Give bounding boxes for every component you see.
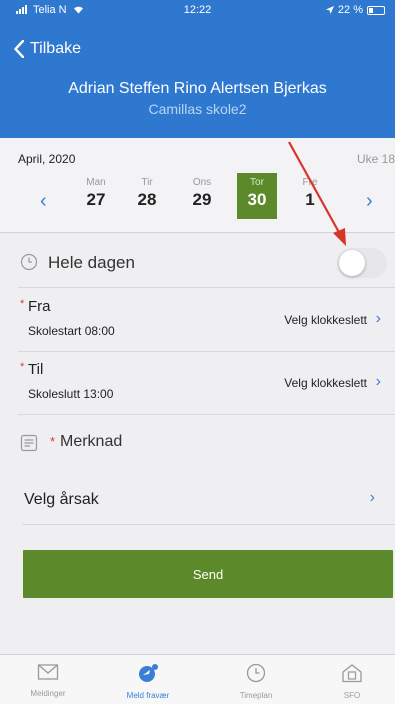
tab-sfo[interactable]: SFO [312, 663, 392, 700]
day-name: Man [86, 177, 106, 188]
required-mark: * [20, 298, 25, 310]
day-tue[interactable]: Tir 28 [127, 173, 167, 219]
header: Telia N 12:22 22 % Tilbake Adrian Steffe… [0, 0, 395, 138]
chevron-right-icon: › [369, 489, 375, 506]
from-label: Fra [28, 298, 51, 315]
next-week-button[interactable]: › [366, 190, 373, 213]
from-time-picker[interactable]: Velg klokkeslett [284, 313, 367, 327]
clock-icon [20, 253, 38, 271]
day-mon[interactable]: Man 27 [76, 173, 116, 219]
all-day-row: Hele dagen [18, 238, 395, 288]
school-name: Camillas skole2 [148, 101, 247, 117]
battery-level: 22 % [337, 4, 363, 16]
reason-picker[interactable]: Velg årsak › [22, 475, 395, 525]
required-mark: * [50, 434, 56, 449]
back-label: Tilbake [30, 40, 81, 57]
note-section: * Merknad [18, 430, 378, 460]
day-name: Ons [192, 177, 212, 188]
day-thu-selected[interactable]: Tor 30 [237, 173, 277, 219]
toggle-knob [339, 250, 365, 276]
tab-label: Meld fravær [126, 691, 170, 700]
prev-week-button[interactable]: ‹ [40, 190, 47, 213]
chevron-left-icon [14, 40, 24, 58]
to-row[interactable]: * Til Skoleslutt 13:00 Velg klokkeslett … [18, 353, 395, 415]
reason-label: Velg årsak [24, 491, 99, 508]
calendar-month: April, 2020 [18, 152, 76, 166]
home-icon [342, 664, 362, 683]
day-date: 30 [247, 190, 267, 209]
to-label: Til [28, 361, 44, 378]
day-wed[interactable]: Ons 29 [182, 173, 222, 219]
tab-schedule[interactable]: Timeplan [216, 663, 296, 700]
clock-icon [246, 663, 266, 683]
calendar-week: Uke 18 [356, 152, 395, 166]
battery: 22 % [325, 4, 385, 16]
chevron-right-icon: › [375, 310, 381, 327]
day-date: 27 [86, 190, 106, 209]
day-name: Tor [250, 177, 264, 188]
chevron-right-icon: › [375, 373, 381, 390]
battery-icon [367, 5, 385, 15]
from-default: Skolestart 08:00 [28, 324, 115, 338]
status-bar: Telia N 12:22 22 % [0, 0, 395, 22]
send-button[interactable]: Send [23, 550, 393, 598]
from-row[interactable]: * Fra Skolestart 08:00 Velg klokkeslett … [18, 290, 395, 352]
app-screen: Telia N 12:22 22 % Tilbake Adrian Steffe… [0, 0, 395, 704]
day-date: 28 [137, 190, 157, 209]
to-default: Skoleslutt 13:00 [28, 387, 114, 401]
envelope-icon [37, 664, 59, 680]
tab-label: Meldinger [30, 689, 66, 698]
tab-label: SFO [343, 691, 361, 700]
all-day-label: Hele dagen [48, 253, 135, 272]
student-name: Adrian Steffen Rino Alertsen Bjerkas [68, 80, 327, 97]
note-icon [20, 434, 38, 452]
location-icon [325, 6, 334, 14]
day-date: 29 [192, 190, 212, 209]
report-absence-icon [139, 664, 158, 682]
all-day-toggle[interactable] [337, 248, 387, 278]
back-button[interactable]: Tilbake [14, 40, 81, 58]
tab-bar: Meldinger Meld fravær Timeplan SFO [0, 654, 395, 704]
tab-messages[interactable]: Meldinger [8, 663, 88, 698]
day-name: Fre [302, 177, 318, 188]
tab-report-absence[interactable]: Meld fravær [108, 663, 188, 700]
week-calendar: April, 2020 Uke 18 ‹ Man 27 Tir 28 Ons 2… [0, 138, 395, 233]
required-mark: * [20, 361, 25, 373]
day-name: Tir [141, 177, 153, 188]
day-fri[interactable]: Fre 1 [290, 173, 330, 219]
note-label: Merknad [60, 433, 123, 450]
tab-label: Timeplan [239, 691, 273, 700]
to-time-picker[interactable]: Velg klokkeslett [284, 376, 367, 390]
day-date: 1 [305, 190, 315, 209]
